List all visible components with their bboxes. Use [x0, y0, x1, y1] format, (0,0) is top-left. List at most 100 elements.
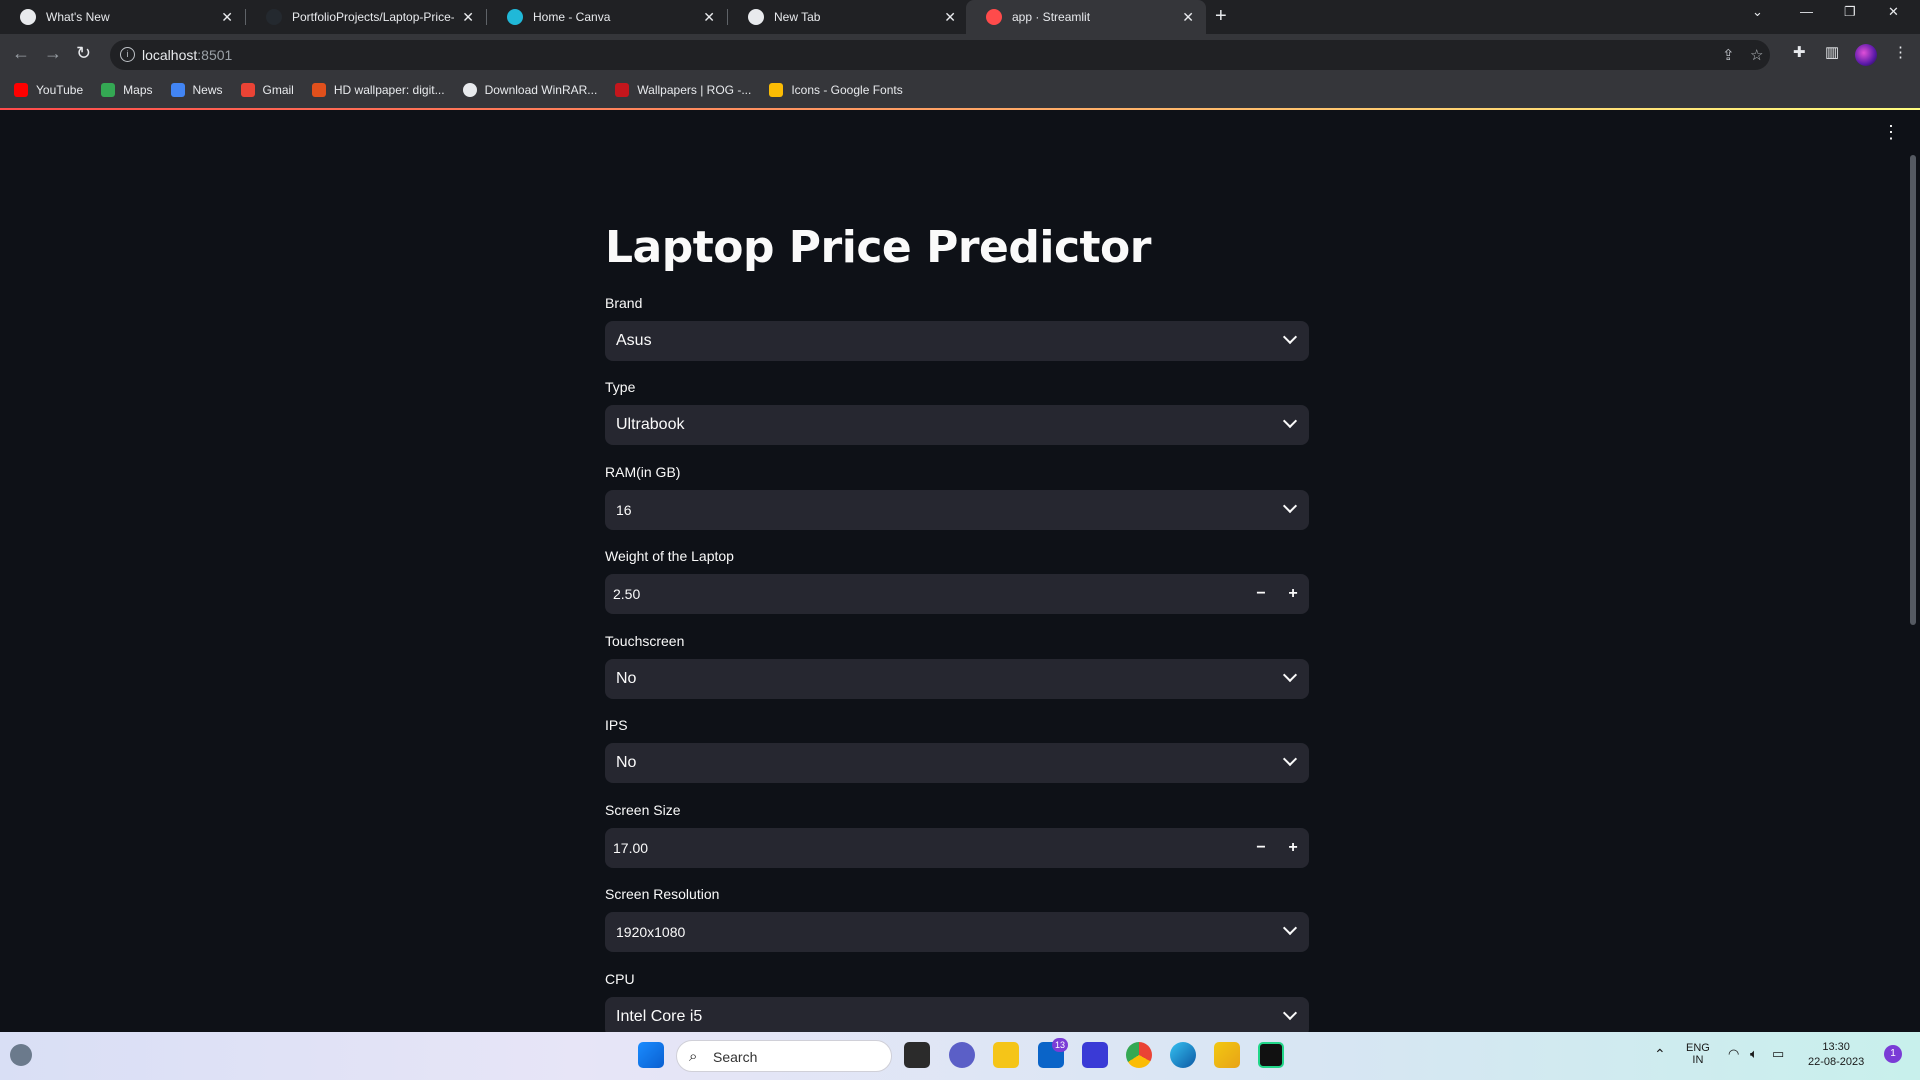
clock[interactable]: 13:30 22-08-2023 — [1808, 1041, 1864, 1068]
chevron-down-icon — [1282, 498, 1298, 514]
reload-icon[interactable]: ↻ — [76, 43, 91, 64]
touchscreen-field: Touchscreen No — [605, 633, 1309, 699]
tab-whats-new[interactable]: What's New ✕ — [0, 0, 245, 34]
screen-size-label: Screen Size — [605, 802, 681, 818]
canva-icon — [507, 9, 523, 25]
brand-label: Brand — [605, 295, 643, 311]
cpu-select[interactable]: Intel Core i5 — [605, 997, 1309, 1032]
brand-field: Brand Asus — [605, 295, 1309, 361]
streamlit-app: ⋮ Laptop Price Predictor Brand Asus Type… — [0, 110, 1920, 1032]
close-tab-icon[interactable]: ✕ — [944, 9, 956, 26]
screen-size-increment-button[interactable]: + — [1277, 828, 1309, 868]
bookmark-news[interactable]: News — [170, 83, 223, 97]
tab-streamlit[interactable]: app · Streamlit ✕ — [966, 0, 1206, 34]
type-select[interactable]: Ultrabook — [605, 405, 1309, 445]
main-menu-icon[interactable]: ⋮ — [1882, 122, 1900, 143]
maps-icon — [101, 83, 116, 97]
back-icon[interactable]: ← — [12, 43, 30, 64]
weight-decrement-button[interactable]: − — [1245, 574, 1277, 614]
chevron-down-icon — [1282, 751, 1298, 767]
battery-icon[interactable]: ▭ — [1772, 1046, 1784, 1062]
google-fonts-icon — [769, 83, 784, 97]
task-view-icon[interactable] — [904, 1042, 930, 1068]
bookmarks-bar: YouTube Maps News Gmail HD wallpaper: di… — [0, 76, 1920, 104]
bookmark-gmail[interactable]: Gmail — [240, 83, 294, 97]
browser-chrome: What's New ✕ PortfolioProjects/Laptop-Pr… — [0, 0, 1920, 109]
tab-github[interactable]: PortfolioProjects/Laptop-Price-Pr ✕ — [246, 0, 486, 34]
extensions-icon[interactable]: ✚ — [1793, 43, 1806, 61]
chevron-up-icon[interactable]: ⌃ — [1654, 1046, 1666, 1063]
teams-icon[interactable] — [949, 1042, 975, 1068]
brand-select[interactable]: Asus — [605, 321, 1309, 361]
volume-icon[interactable]: 🔈︎ — [1750, 1046, 1758, 1062]
chrome-taskbar-icon[interactable] — [1126, 1042, 1152, 1068]
bookmark-star-icon[interactable]: ☆ — [1750, 46, 1763, 64]
ips-field: IPS No — [605, 717, 1309, 783]
bookmark-google-fonts[interactable]: Icons - Google Fonts — [769, 83, 903, 97]
taskbar-search[interactable]: ⌕ Search — [676, 1040, 892, 1072]
github-icon — [266, 9, 282, 25]
screen-size-decrement-button[interactable]: − — [1245, 828, 1277, 868]
bookmark-hd-wallpaper[interactable]: HD wallpaper: digit... — [311, 83, 445, 97]
ips-select[interactable]: No — [605, 743, 1309, 783]
tab-new-tab[interactable]: New Tab ✕ — [728, 0, 968, 34]
tab-canva[interactable]: Home - Canva ✕ — [487, 0, 727, 34]
file-explorer-icon[interactable] — [993, 1042, 1019, 1068]
restore-button[interactable]: ❐ — [1844, 4, 1856, 20]
screen-size-number-input[interactable]: 17.00− + — [605, 828, 1309, 868]
close-tab-icon[interactable]: ✕ — [703, 9, 715, 26]
youtube-icon — [14, 83, 28, 97]
streamlit-icon — [986, 9, 1002, 25]
chevron-down-icon — [1282, 920, 1298, 936]
edge-icon[interactable] — [1170, 1042, 1196, 1068]
chrome-menu-icon[interactable]: ⋮ — [1893, 43, 1908, 61]
forward-icon[interactable]: → — [44, 43, 62, 64]
url-text: localhost:8501 — [142, 47, 233, 63]
page-scrollbar[interactable] — [1910, 155, 1916, 625]
mail-badge: 13 — [1052, 1038, 1068, 1052]
power-bi-icon[interactable] — [1214, 1042, 1240, 1068]
notification-badge[interactable]: 1 — [1884, 1045, 1902, 1063]
side-panel-icon[interactable]: ▥ — [1825, 43, 1839, 61]
share-icon[interactable]: ⇪ — [1722, 46, 1735, 64]
resolution-select[interactable]: 1920x1080 — [605, 912, 1309, 952]
rog-icon — [615, 83, 630, 97]
windows-start-icon[interactable] — [638, 1042, 664, 1068]
touchscreen-select[interactable]: No — [605, 659, 1309, 699]
ips-label: IPS — [605, 717, 628, 733]
close-tab-icon[interactable]: ✕ — [1182, 9, 1194, 26]
cpu-field: CPU Intel Core i5 — [605, 971, 1309, 1032]
bookmark-rog[interactable]: Wallpapers | ROG -... — [615, 83, 751, 97]
chrome-icon — [748, 9, 764, 25]
close-window-button[interactable]: ✕ — [1888, 4, 1899, 20]
minimize-button[interactable]: — — [1800, 4, 1813, 19]
pycharm-icon[interactable] — [1258, 1042, 1284, 1068]
tab-search-icon[interactable]: ⌄ — [1752, 4, 1763, 20]
bookmark-winrar[interactable]: Download WinRAR... — [462, 83, 597, 97]
bookmark-youtube[interactable]: YouTube — [14, 83, 83, 97]
weight-increment-button[interactable]: + — [1277, 574, 1309, 614]
close-tab-icon[interactable]: ✕ — [221, 9, 233, 26]
page-title: Laptop Price Predictor — [605, 222, 1151, 273]
sketchbook-icon[interactable] — [1082, 1042, 1108, 1068]
ram-label: RAM(in GB) — [605, 464, 681, 480]
weight-field: Weight of the Laptop 2.50− + — [605, 548, 1309, 614]
browser-toolbar: ← → ↻ i localhost:8501 ⇪ ☆ — [0, 34, 1920, 75]
address-bar[interactable]: i localhost:8501 ⇪ ☆ — [110, 40, 1770, 70]
chevron-down-icon — [1282, 413, 1298, 429]
chrome-icon — [20, 9, 36, 25]
chevron-down-icon — [1282, 1005, 1298, 1021]
wifi-icon[interactable]: ◠ — [1728, 1046, 1739, 1062]
language-indicator[interactable]: ENG IN — [1686, 1042, 1710, 1066]
wallpaper-icon — [311, 83, 326, 97]
site-info-icon[interactable]: i — [120, 47, 135, 62]
resolution-label: Screen Resolution — [605, 886, 720, 902]
weather-icon[interactable] — [10, 1044, 32, 1066]
close-tab-icon[interactable]: ✕ — [462, 9, 474, 26]
type-field: Type Ultrabook — [605, 379, 1309, 445]
new-tab-button[interactable]: + — [1215, 5, 1227, 28]
ram-select[interactable]: 16 — [605, 490, 1309, 530]
bookmark-maps[interactable]: Maps — [101, 83, 153, 97]
weight-number-input[interactable]: 2.50− + — [605, 574, 1309, 614]
profile-avatar[interactable] — [1855, 44, 1877, 66]
